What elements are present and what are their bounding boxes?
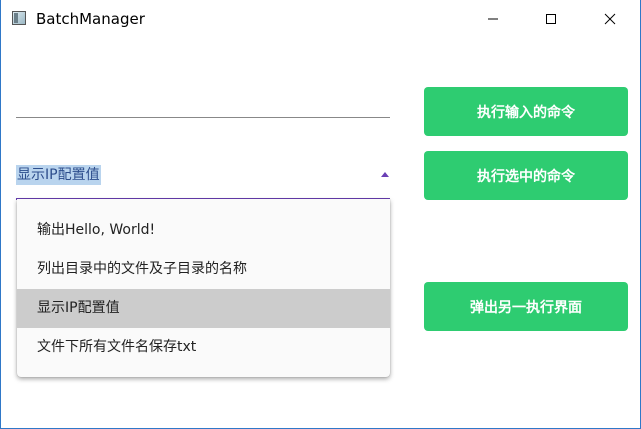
close-icon [604,13,616,25]
batch-manager-window: BatchManager 显示IP配置值 输出Hello, World! 列出目… [0,0,641,429]
dropdown-option-save-filenames[interactable]: 文件下所有文件名保存txt [17,328,390,367]
title-bar[interactable]: BatchManager [1,0,640,38]
command-select-value: 显示IP配置值 [16,165,101,185]
chevron-up-icon [381,172,389,177]
open-another-window-button[interactable]: 弹出另一执行界面 [424,282,628,331]
dropdown-option-hello-world[interactable]: 输出Hello, World! [17,211,390,250]
dropdown-option-ip-config[interactable]: 显示IP配置值 [17,289,390,328]
command-dropdown-list: 输出Hello, World! 列出目录中的文件及子目录的名称 显示IP配置值 … [17,199,390,377]
run-input-command-button[interactable]: 执行输入的命令 [424,87,628,136]
app-icon [12,11,26,25]
minimize-button[interactable] [470,0,516,38]
maximize-button[interactable] [528,0,574,38]
run-selected-command-button[interactable]: 执行选中的命令 [424,151,628,200]
minimize-icon [488,18,498,20]
maximize-icon [546,14,556,24]
command-select[interactable]: 显示IP配置值 [16,158,390,200]
command-input[interactable] [16,90,390,118]
window-title: BatchManager [36,10,145,28]
close-button[interactable] [587,0,633,38]
dropdown-option-list-directory[interactable]: 列出目录中的文件及子目录的名称 [17,250,390,289]
